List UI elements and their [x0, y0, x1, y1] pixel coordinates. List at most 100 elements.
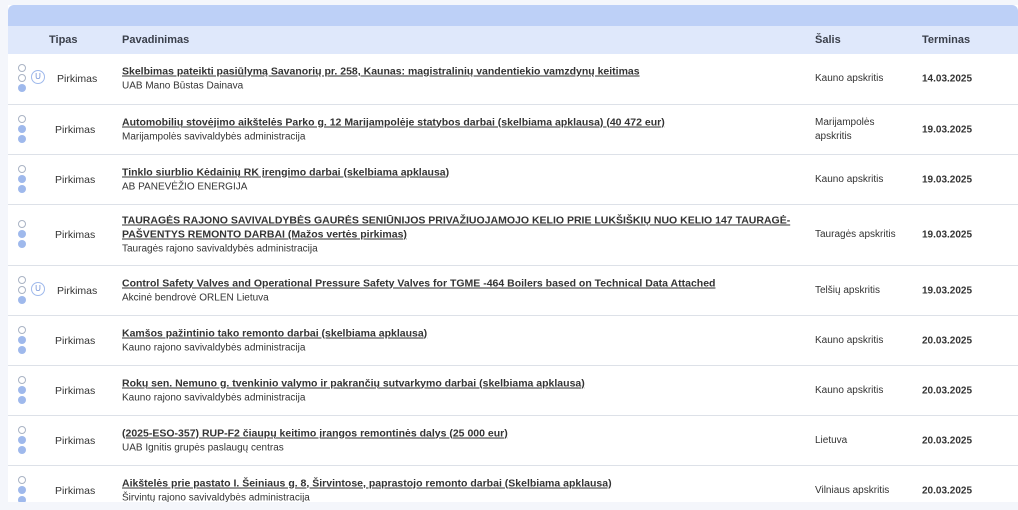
row-status-icons: U — [16, 275, 48, 306]
row-organization: Kauno rajono savivaldybės administracija — [122, 392, 306, 403]
status-dot-icon — [18, 240, 26, 248]
status-dot-icon — [18, 84, 26, 92]
table-row[interactable]: Pirkimas (2025-ESO-357) RUP-F2 čiaupų kei… — [8, 416, 1018, 466]
row-organization: Akcinė bendrovė ORLEN Lietuva — [122, 292, 269, 303]
status-dot-icon — [18, 485, 26, 494]
row-term: 19.03.2025 — [922, 229, 973, 241]
row-country: Tauragės apskritis — [815, 229, 896, 240]
row-name-cell: Control Safety Valves and Operational Pr… — [122, 276, 802, 305]
status-dot-icon — [18, 385, 26, 394]
row-organization: Marijampolės savivaldybės administracija — [122, 131, 306, 142]
row-name-cell: TAURAGĖS RAJONO SAVIVALDYBĖS GAURĖS SENI… — [122, 214, 802, 257]
row-status-icons — [16, 375, 48, 406]
status-dot-icon — [18, 74, 26, 82]
row-name-cell: (2025-ESO-357) RUP-F2 čiaupų keitimo įra… — [122, 426, 802, 455]
row-type: Pirkimas — [55, 384, 96, 397]
row-status-icons — [16, 164, 48, 195]
row-name-cell: Rokų sen. Nemuno g. tvenkinio valymo ir … — [122, 376, 802, 405]
table-row[interactable]: U Pirkimas Control Safety Valves and Opera… — [8, 266, 1018, 316]
row-type: Pirkimas — [55, 123, 96, 136]
header-term[interactable]: Terminas — [922, 34, 970, 46]
row-organization: AB PANEVĖŽIO ENERGIJA — [122, 181, 248, 192]
row-term: 19.03.2025 — [922, 285, 973, 296]
row-status-icons: U — [16, 64, 48, 94]
table-row[interactable]: Pirkimas Tinklo siurblio Kėdainių RK įren… — [8, 155, 1018, 205]
row-name-cell: Automobilių stovėjimo aikštelės Parko g.… — [122, 115, 802, 144]
row-title-link[interactable]: Automobilių stovėjimo aikštelės Parko g.… — [122, 115, 802, 129]
row-status-icons — [16, 425, 48, 456]
row-organization: UAB Mano Būstas Dainava — [122, 80, 244, 92]
u-badge-icon[interactable]: U — [31, 281, 45, 296]
status-dot-icon — [18, 375, 26, 384]
row-status-icons — [16, 475, 48, 502]
status-dot-icon — [18, 435, 26, 444]
row-organization: Širvintų rajono savivaldybės administrac… — [122, 492, 310, 502]
row-term: 20.03.2025 — [922, 485, 973, 496]
row-name-cell: Tinklo siurblio Kėdainių RK įrengimo dar… — [122, 165, 802, 194]
u-badge-icon[interactable]: U — [31, 70, 45, 84]
row-country: Telšių apskritis — [815, 284, 881, 296]
status-dot-icon — [18, 114, 26, 123]
row-term: 19.03.2025 — [922, 124, 973, 135]
status-dot-icon — [18, 475, 26, 484]
table-body: U Pirkimas Skelbimas pateikti pasiūlymą Sa… — [8, 54, 1018, 502]
row-title-link[interactable]: Rokų sen. Nemuno g. tvenkinio valymo ir … — [122, 376, 802, 390]
header-name[interactable]: Pavadinimas — [122, 34, 189, 46]
status-dot-icon — [18, 425, 26, 434]
row-type: Pirkimas — [57, 73, 98, 85]
row-type: Pirkimas — [55, 173, 96, 186]
table-header: Tipas Pavadinimas Šalis Terminas — [8, 26, 1018, 54]
row-name-cell: Kamšos pažintinio tako remonto darbai (s… — [122, 326, 802, 355]
status-dot-icon — [18, 345, 26, 354]
row-type: Pirkimas — [55, 434, 96, 447]
row-country: Kauno apskritis — [815, 173, 884, 185]
table-row[interactable]: Pirkimas Rokų sen. Nemuno g. tvenkinio va… — [8, 366, 1018, 416]
row-organization: Kauno rajono savivaldybės administracija — [122, 342, 306, 353]
row-title-link[interactable]: Control Safety Valves and Operational Pr… — [122, 276, 802, 290]
status-dot-icon — [18, 295, 26, 304]
row-status-icons — [16, 114, 48, 145]
row-title-link[interactable]: TAURAGĖS RAJONO SAVIVALDYBĖS GAURĖS SENI… — [122, 214, 802, 242]
status-dot-icon — [18, 285, 26, 294]
row-term: 20.03.2025 — [922, 385, 973, 396]
table-row[interactable]: U Pirkimas Skelbimas pateikti pasiūlymą Sa… — [8, 54, 1018, 105]
row-status-icons — [16, 220, 48, 250]
row-country: Kauno apskritis — [815, 73, 884, 84]
header-country[interactable]: Šalis — [815, 34, 841, 46]
status-dot-icon — [18, 134, 26, 143]
status-dot-icon — [18, 230, 26, 238]
status-dot-icon — [18, 124, 26, 133]
row-title-link[interactable]: Skelbimas pateikti pasiūlymą Savanorių p… — [122, 65, 802, 79]
header-type[interactable]: Tipas — [49, 34, 78, 46]
status-dot-icon — [18, 495, 26, 502]
status-dot-icon — [18, 64, 26, 72]
table-row[interactable]: Pirkimas Kamšos pažintinio tako remonto d… — [8, 316, 1018, 366]
row-name-cell: Aikštelės prie pastato I. Šeiniaus g. 8,… — [122, 476, 802, 502]
row-type: Pirkimas — [55, 484, 96, 497]
status-dot-icon — [18, 275, 26, 284]
status-dot-icon — [18, 395, 26, 404]
row-status-icons — [16, 325, 48, 356]
row-type: Pirkimas — [55, 229, 96, 241]
status-dot-icon — [18, 184, 26, 193]
row-term: 20.03.2025 — [922, 435, 973, 446]
row-organization: UAB Ignitis grupės paslaugų centras — [122, 442, 284, 453]
table-top-band — [8, 5, 1018, 26]
row-type: Pirkimas — [55, 334, 96, 347]
row-term: 19.03.2025 — [922, 174, 973, 185]
status-dot-icon — [18, 325, 26, 334]
status-dot-icon — [18, 164, 26, 173]
table-row[interactable]: Pirkimas Aikštelės prie pastato I. Šeinia… — [8, 466, 1018, 502]
table-row[interactable]: Pirkimas TAURAGĖS RAJONO SAVIVALDYBĖS GAU… — [8, 205, 1018, 266]
table-row[interactable]: Pirkimas Automobilių stovėjimo aikštelės … — [8, 105, 1018, 155]
row-country: Marijampolės apskritis — [815, 116, 875, 142]
row-title-link[interactable]: Kamšos pažintinio tako remonto darbai (s… — [122, 326, 802, 340]
row-country: Kauno apskritis — [815, 384, 884, 396]
status-dot-icon — [18, 335, 26, 344]
row-type: Pirkimas — [57, 284, 98, 297]
row-title-link[interactable]: (2025-ESO-357) RUP-F2 čiaupų keitimo įra… — [122, 426, 802, 440]
row-title-link[interactable]: Tinklo siurblio Kėdainių RK įrengimo dar… — [122, 165, 802, 179]
row-title-link[interactable]: Aikštelės prie pastato I. Šeiniaus g. 8,… — [122, 476, 802, 490]
row-country: Lietuva — [815, 434, 848, 446]
status-dot-icon — [18, 220, 26, 228]
